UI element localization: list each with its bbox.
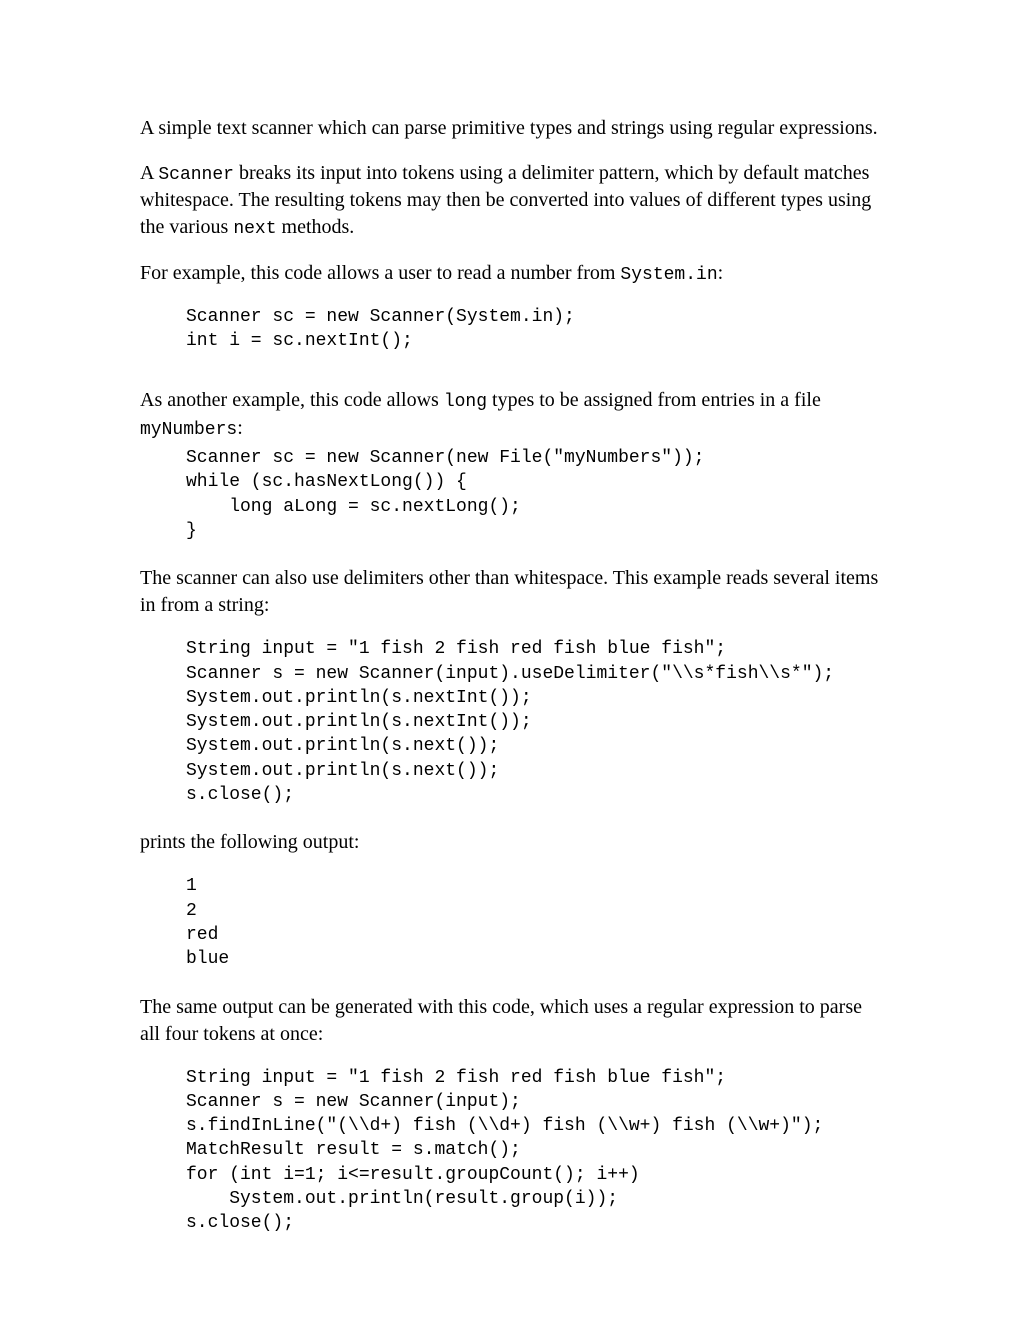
inline-code-scanner: Scanner (158, 165, 234, 185)
paragraph-intro: A simple text scanner which can parse pr… (140, 115, 880, 142)
paragraph-example-3: The scanner can also use delimiters othe… (140, 565, 880, 619)
paragraph-example-2: As another example, this code allows lon… (140, 387, 880, 442)
inline-code-mynumbers: myNumbers (140, 420, 237, 440)
code-block-3: String input = "1 fish 2 fish red fish b… (186, 637, 880, 807)
code-block-5: String input = "1 fish 2 fish red fish b… (186, 1066, 880, 1236)
paragraph-example-4: The same output can be generated with th… (140, 994, 880, 1048)
text-fragment: : (718, 262, 724, 284)
paragraph-scanner-desc: A Scanner breaks its input into tokens u… (140, 160, 880, 242)
text-fragment: methods. (277, 216, 355, 238)
text-fragment: As another example, this code allows (140, 389, 444, 411)
text-fragment: A (140, 162, 158, 184)
paragraph-example-1: For example, this code allows a user to … (140, 260, 880, 287)
inline-code-next: next (233, 219, 276, 239)
code-block-2: Scanner sc = new Scanner(new File("myNum… (186, 446, 880, 543)
text-fragment: types to be assigned from entries in a f… (487, 389, 821, 411)
inline-code-long: long (444, 392, 487, 412)
inline-code-systemin: System.in (620, 265, 717, 285)
code-block-output: 1 2 red blue (186, 874, 880, 971)
paragraph-output-label: prints the following output: (140, 829, 880, 856)
text-fragment: For example, this code allows a user to … (140, 262, 620, 284)
text-fragment: : (237, 417, 243, 439)
code-block-1: Scanner sc = new Scanner(System.in); int… (186, 305, 880, 354)
